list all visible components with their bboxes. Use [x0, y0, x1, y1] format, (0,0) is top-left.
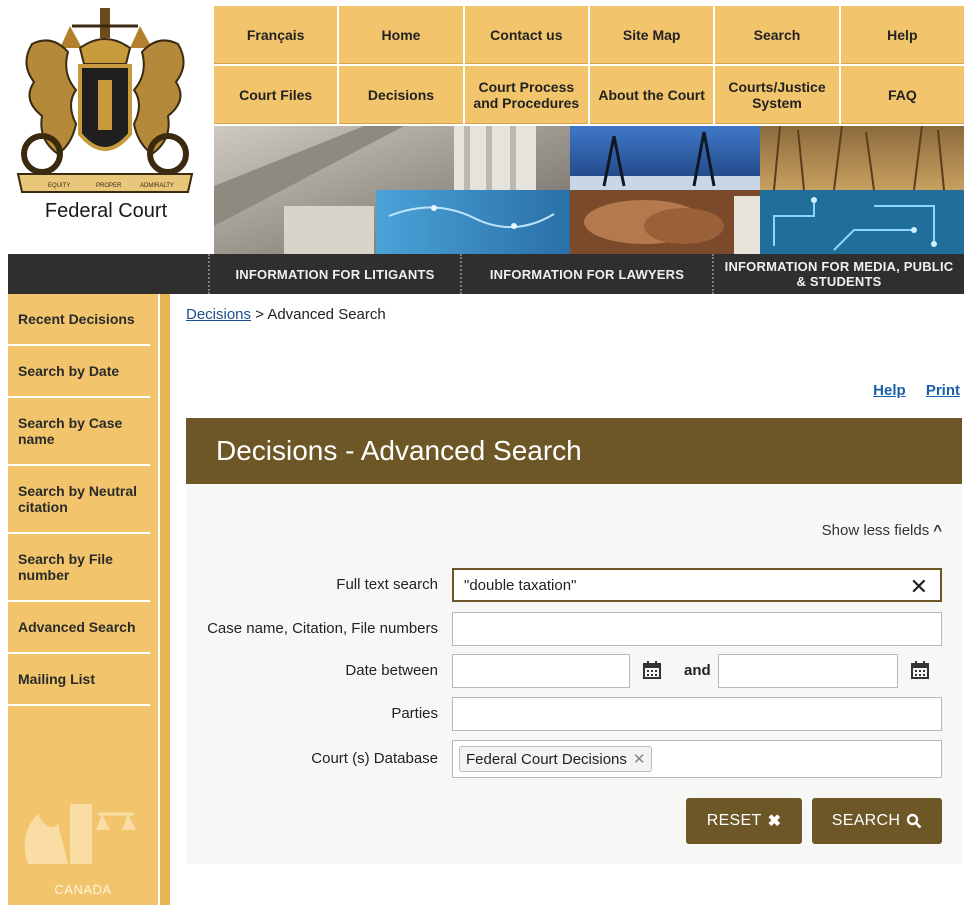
search-icon — [907, 813, 922, 829]
calendar-icon[interactable] — [642, 660, 662, 680]
show-less-fields-label: Show less fields — [821, 522, 930, 539]
breadcrumb-current: Advanced Search — [267, 306, 386, 323]
court-database-tag: Federal Court Decisions ✕ — [459, 746, 653, 772]
header-banner-image — [214, 126, 964, 254]
coat-of-arms-icon: EQUITY PROPER ADMIRALTY — [16, 8, 194, 193]
parties-input[interactable] — [452, 697, 942, 731]
nav-court-process[interactable]: Court Process and Procedures — [464, 66, 588, 124]
court-database-label: Court (s) Database — [311, 750, 438, 767]
court-database-tag-label: Federal Court Decisions — [466, 750, 627, 768]
canada-wordmark: CANADA — [54, 882, 112, 897]
sidebar-item-mailing-list[interactable]: Mailing List — [8, 654, 150, 706]
case-name-input[interactable] — [452, 612, 942, 646]
court-database-row: Court (s) Database Federal Court Decisio… — [186, 740, 962, 778]
sidebar-item-advanced-search[interactable]: Advanced Search — [8, 602, 150, 654]
search-button-label: SEARCH — [831, 812, 901, 829]
court-database-select[interactable]: Federal Court Decisions ✕ — [452, 740, 942, 778]
x-icon: ✖ — [767, 813, 782, 830]
breadcrumb: Decisions > Advanced Search — [186, 306, 386, 323]
case-name-row: Case name, Citation, File numbers — [186, 612, 962, 646]
nav-home[interactable]: Home — [339, 6, 463, 64]
date-range-row: Date between and — [186, 654, 962, 688]
reset-button[interactable]: RESET ✖ — [686, 798, 802, 844]
full-text-row: Full text search "double taxation" ✕ — [186, 568, 962, 602]
chevron-up-icon: ^ — [933, 522, 942, 539]
show-less-fields-toggle[interactable]: Show less fields ^ — [822, 522, 942, 539]
clear-icon[interactable]: ✕ — [910, 574, 928, 600]
nav-contact-us[interactable]: Contact us — [464, 6, 588, 64]
advanced-search-form: Show less fields ^ Full text search "doub… — [186, 484, 962, 864]
sidebar-item-search-by-file-number[interactable]: Search by File number — [8, 534, 150, 602]
info-for-media-link[interactable]: INFORMATION FOR MEDIA, PUBLIC & STUDENTS — [712, 254, 964, 294]
sidebar-strip — [160, 294, 170, 905]
sidebar-item-search-by-neutral-citation[interactable]: Search by Neutral citation — [8, 466, 150, 534]
sidebar-item-recent-decisions[interactable]: Recent Decisions — [8, 294, 150, 346]
help-link[interactable]: Help — [873, 382, 906, 399]
nav-court-files[interactable]: Court Files — [214, 66, 338, 124]
reset-button-label: RESET — [706, 812, 762, 829]
nav-decisions[interactable]: Decisions — [339, 66, 463, 124]
remove-tag-icon[interactable]: ✕ — [633, 750, 646, 768]
breadcrumb-decisions-link[interactable]: Decisions — [186, 306, 251, 323]
nav-about-the-court[interactable]: About the Court — [590, 66, 714, 124]
federal-court-logo[interactable]: EQUITY PROPER ADMIRALTY Federal Court — [0, 0, 212, 252]
info-for-lawyers-link[interactable]: INFORMATION FOR LAWYERS — [460, 254, 712, 294]
audience-bar-spacer — [8, 254, 208, 294]
top-navigation: Français Home Contact us Site Map Search… — [214, 6, 964, 126]
crest-scroll-text: ADMIRALTY — [140, 183, 174, 189]
full-text-value: "double taxation" — [464, 576, 577, 594]
nav-francais[interactable]: Français — [214, 6, 338, 64]
page-title: Decisions - Advanced Search — [186, 418, 962, 484]
full-text-search-input[interactable]: "double taxation" ✕ — [452, 568, 942, 602]
case-name-label: Case name, Citation, File numbers — [207, 620, 438, 637]
sidebar-item-search-by-date[interactable]: Search by Date — [8, 346, 150, 398]
nav-faq[interactable]: FAQ — [840, 66, 964, 124]
audience-bar: INFORMATION FOR LITIGANTS INFORMATION FO… — [8, 254, 964, 294]
crest-scroll-text: PROPER — [96, 183, 122, 189]
sidebar-item-search-by-case-name[interactable]: Search by Case name — [8, 398, 150, 466]
full-text-label: Full text search — [336, 576, 438, 593]
nav-courts-justice-system[interactable]: Courts/Justice System — [715, 66, 839, 124]
calendar-icon[interactable] — [910, 660, 930, 680]
search-button[interactable]: SEARCH — [812, 798, 942, 844]
date-to-input[interactable] — [718, 654, 898, 688]
crest-scroll-text: EQUITY — [48, 183, 70, 189]
utility-links: Help Print — [857, 382, 960, 399]
parties-label: Parties — [391, 705, 438, 722]
print-link[interactable]: Print — [926, 382, 960, 399]
parties-row: Parties — [186, 697, 962, 731]
logo-caption: Federal Court — [44, 200, 168, 222]
date-between-label: Date between — [345, 662, 438, 679]
banner-collage — [214, 126, 964, 254]
info-for-litigants-link[interactable]: INFORMATION FOR LITIGANTS — [208, 254, 460, 294]
sidebar: Recent Decisions Search by Date Search b… — [8, 294, 170, 905]
date-from-input[interactable] — [452, 654, 630, 688]
faded-crest-icon — [24, 804, 136, 864]
breadcrumb-separator: > — [251, 306, 268, 323]
and-label: and — [684, 662, 711, 679]
nav-help[interactable]: Help — [840, 6, 964, 64]
nav-search[interactable]: Search — [715, 6, 839, 64]
nav-site-map[interactable]: Site Map — [590, 6, 714, 64]
